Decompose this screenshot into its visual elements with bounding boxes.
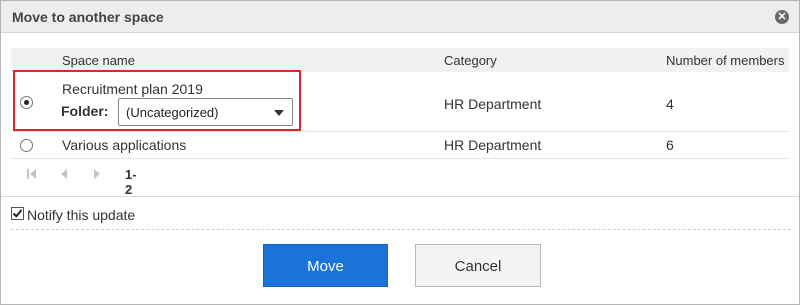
table-header: Space name Category Number of members: [11, 48, 789, 72]
column-header-space-name: Space name: [62, 53, 135, 68]
move-space-dialog: Move to another space ✕ Space name Categ…: [0, 0, 800, 305]
column-header-members: Number of members: [666, 53, 785, 68]
page-range: 1-2: [125, 167, 137, 197]
close-icon[interactable]: ✕: [775, 10, 789, 24]
dashed-divider: [11, 229, 791, 230]
notify-label[interactable]: Notify this update: [27, 207, 135, 223]
table-row[interactable]: Various applications HR Department 6: [11, 132, 789, 159]
move-button[interactable]: Move: [263, 244, 388, 287]
space-category: HR Department: [444, 137, 542, 153]
column-header-category: Category: [444, 53, 497, 68]
cancel-button[interactable]: Cancel: [415, 244, 541, 287]
notify-checkbox[interactable]: [11, 207, 24, 220]
space-category: HR Department: [444, 96, 542, 112]
dialog-titlebar: Move to another space ✕: [1, 1, 799, 33]
divider: [1, 196, 799, 197]
space-radio[interactable]: [20, 139, 33, 152]
next-page-icon[interactable]: [94, 169, 100, 179]
highlight-box: [13, 70, 301, 131]
dialog-title: Move to another space: [12, 9, 164, 25]
prev-page-icon[interactable]: [61, 169, 67, 179]
first-page-icon[interactable]: [27, 169, 36, 179]
space-member-count: 4: [666, 96, 674, 112]
space-name: Various applications: [62, 137, 187, 153]
space-member-count: 6: [666, 137, 674, 153]
checkmark-icon: [12, 207, 23, 218]
